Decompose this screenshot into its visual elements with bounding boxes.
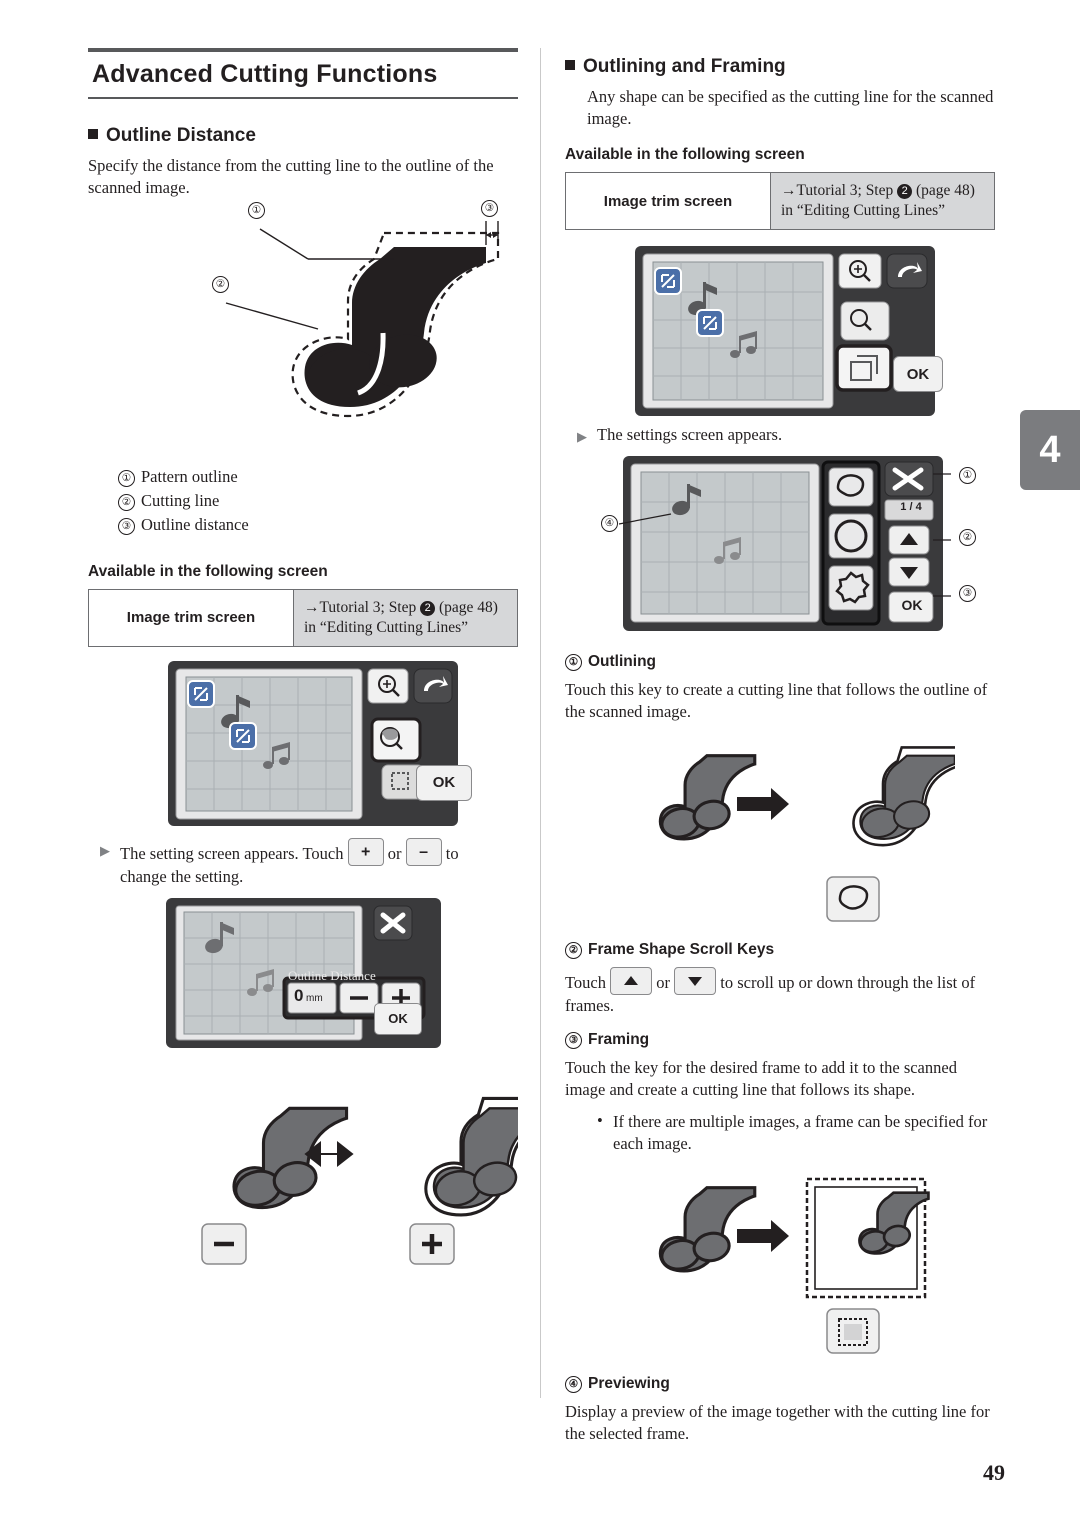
step-badge: 2 <box>420 600 436 616</box>
item-body-frame-scroll: Touch or to scroll up or down through th… <box>565 966 995 1017</box>
callout-4-frame-screen: ④ <box>601 515 618 533</box>
item-heading-frame-scroll: ② Frame Shape Scroll Keys <box>565 941 995 959</box>
minus-key-icon: – <box>405 837 442 866</box>
outline-distance-body: Specify the distance from the cutting li… <box>88 156 494 197</box>
setting-screen-note: ▶ The setting screen appears. Touch + or… <box>100 837 518 888</box>
square-bullet-icon <box>88 129 98 139</box>
outline-distance-unit: mm <box>306 992 323 1004</box>
settings-screen-note: ▶ The settings screen appears. <box>577 425 783 445</box>
item-heading-outlining: ① Outlining <box>565 653 995 672</box>
figure-lcd-trim-screen-right: OK <box>635 246 995 417</box>
callout-2: ② <box>212 275 229 293</box>
legend-item: ① Pattern outline <box>118 465 518 489</box>
figure-outline-distance-examples <box>158 1078 518 1268</box>
section-heading-outlining-framing: Outlining and Framing <box>565 56 995 78</box>
item-heading-framing: ③ Framing <box>565 1031 995 1049</box>
item-body-previewing: Display a preview of the image together … <box>565 1401 990 1443</box>
figure-outlining-example <box>605 737 995 927</box>
document-page: Advanced Cutting Functions Outline Dista… <box>0 0 1080 1526</box>
outline-distance-value: 0 <box>294 985 304 1005</box>
section-heading-outline-distance: Outline Distance <box>88 125 518 147</box>
chapter-tab: 4 <box>1020 410 1080 490</box>
figure-lcd-outline-distance-screen: Outline Distance 0 mm OK <box>166 897 518 1048</box>
outline-distance-label: Outline Distance <box>288 967 376 983</box>
step-badge: 2 <box>897 183 913 199</box>
scroll-down-key-icon <box>674 966 717 995</box>
page-title: Advanced Cutting Functions <box>88 48 518 99</box>
available-screen-name-right: Image trim screen <box>566 172 771 230</box>
item-bullet-framing: • If there are multiple images, a frame c… <box>597 1110 988 1153</box>
legend-item: ③ Outline distance <box>118 513 518 537</box>
item-body-framing: Touch the key for the desired frame to a… <box>565 1057 957 1099</box>
callout-3: ③ <box>481 199 498 217</box>
square-bullet-icon <box>565 60 575 70</box>
item-heading-previewing: ④ Previewing <box>565 1375 995 1393</box>
scroll-up-key-icon <box>610 966 653 995</box>
ok-button-outline-distance-screen[interactable]: OK <box>374 1002 422 1035</box>
available-screen-table-left: Image trim screen →Tutorial 3; Step 2 (p… <box>88 588 518 647</box>
ok-button-left-screen[interactable]: OK <box>416 764 472 801</box>
figure-framing-example <box>605 1169 995 1359</box>
page-number: 49 <box>983 1460 1005 1485</box>
available-screen-ref-left: →Tutorial 3; Step 2 (page 48) in “Editin… <box>294 589 517 646</box>
triangle-bullet-icon: ▶ <box>577 429 587 445</box>
callout-1: ① <box>248 201 265 219</box>
figure-lcd-trim-screen-left: OK <box>168 660 518 826</box>
triangle-bullet-icon: ▶ <box>100 842 110 858</box>
figure-outline-distance: ① ② ③ <box>198 199 518 461</box>
plus-key-icon: + <box>347 837 384 866</box>
right-column: Outlining and Framing Any shape can be s… <box>565 48 995 1455</box>
figure-lcd-frame-screen: 1 / 4 OK ① ② ③ ④ <box>601 456 995 632</box>
item-body-outlining: Touch this key to create a cutting line … <box>565 680 988 722</box>
available-screen-table-right: Image trim screen →Tutorial 3; Step 2 (p… <box>565 171 995 231</box>
ok-button-right-trim-screen[interactable]: OK <box>893 356 943 393</box>
available-screen-heading-left: Available in the following screen <box>88 562 328 580</box>
available-screen-heading-right: Available in the following screen <box>565 145 805 163</box>
available-screen-name-left: Image trim screen <box>89 589 294 646</box>
outlining-framing-body: Any shape can be specified as the cuttin… <box>587 87 994 128</box>
outline-distance-legend: ① Pattern outline ② Cutting line ③ Outline … <box>118 465 518 537</box>
available-screen-ref-right: →Tutorial 3; Step 2 (page 48) in “Editin… <box>771 172 994 230</box>
left-column: Advanced Cutting Functions Outline Dista… <box>88 48 518 1268</box>
legend-item: ② Cutting line <box>118 489 518 513</box>
column-divider <box>540 48 541 1398</box>
